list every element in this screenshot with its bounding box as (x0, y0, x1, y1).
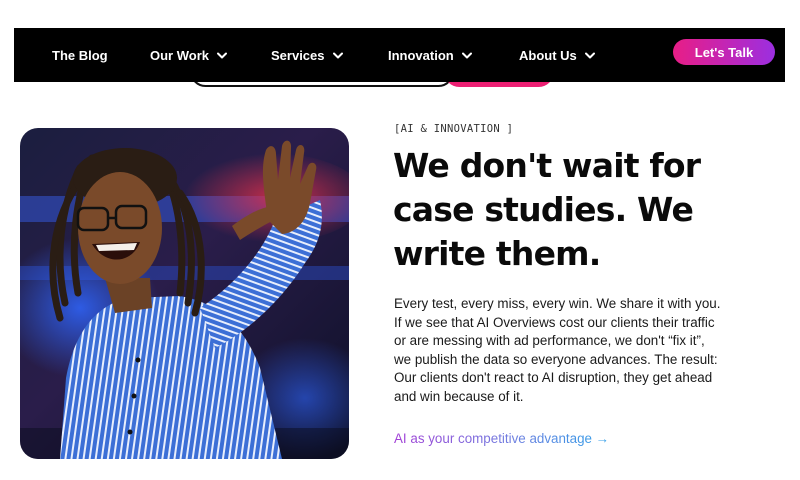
chevron-down-icon (461, 52, 472, 59)
hero-photo (20, 128, 349, 459)
chevron-down-icon (332, 52, 343, 59)
nav-item-services[interactable]: Services (271, 28, 343, 82)
nav-item-label: Our Work (150, 47, 209, 63)
nav-item-the-blog[interactable]: The Blog (52, 28, 108, 82)
lets-talk-button[interactable]: Let's Talk (673, 39, 775, 65)
top-navigation: The Blog Our Work Services Innovation Ab… (14, 28, 785, 82)
nav-item-label: About Us (519, 47, 577, 63)
chevron-down-icon (584, 52, 595, 59)
nav-item-label: The Blog (52, 47, 108, 63)
nav-item-about-us[interactable]: About Us (519, 28, 595, 82)
nav-item-our-work[interactable]: Our Work (150, 28, 227, 82)
nav-item-label: Innovation (388, 47, 454, 63)
nav-item-innovation[interactable]: Innovation (388, 28, 472, 82)
section-eyebrow: [AI & INNOVATION ] (394, 123, 514, 135)
nav-item-label: Services (271, 47, 325, 63)
hero-body-text: Every test, every miss, every win. We sh… (394, 296, 721, 404)
competitive-advantage-link[interactable]: AI as your competitive advantage → (394, 431, 609, 446)
hero-headline: We don't wait for case studies. We write… (393, 146, 701, 273)
chevron-down-icon (217, 52, 227, 59)
